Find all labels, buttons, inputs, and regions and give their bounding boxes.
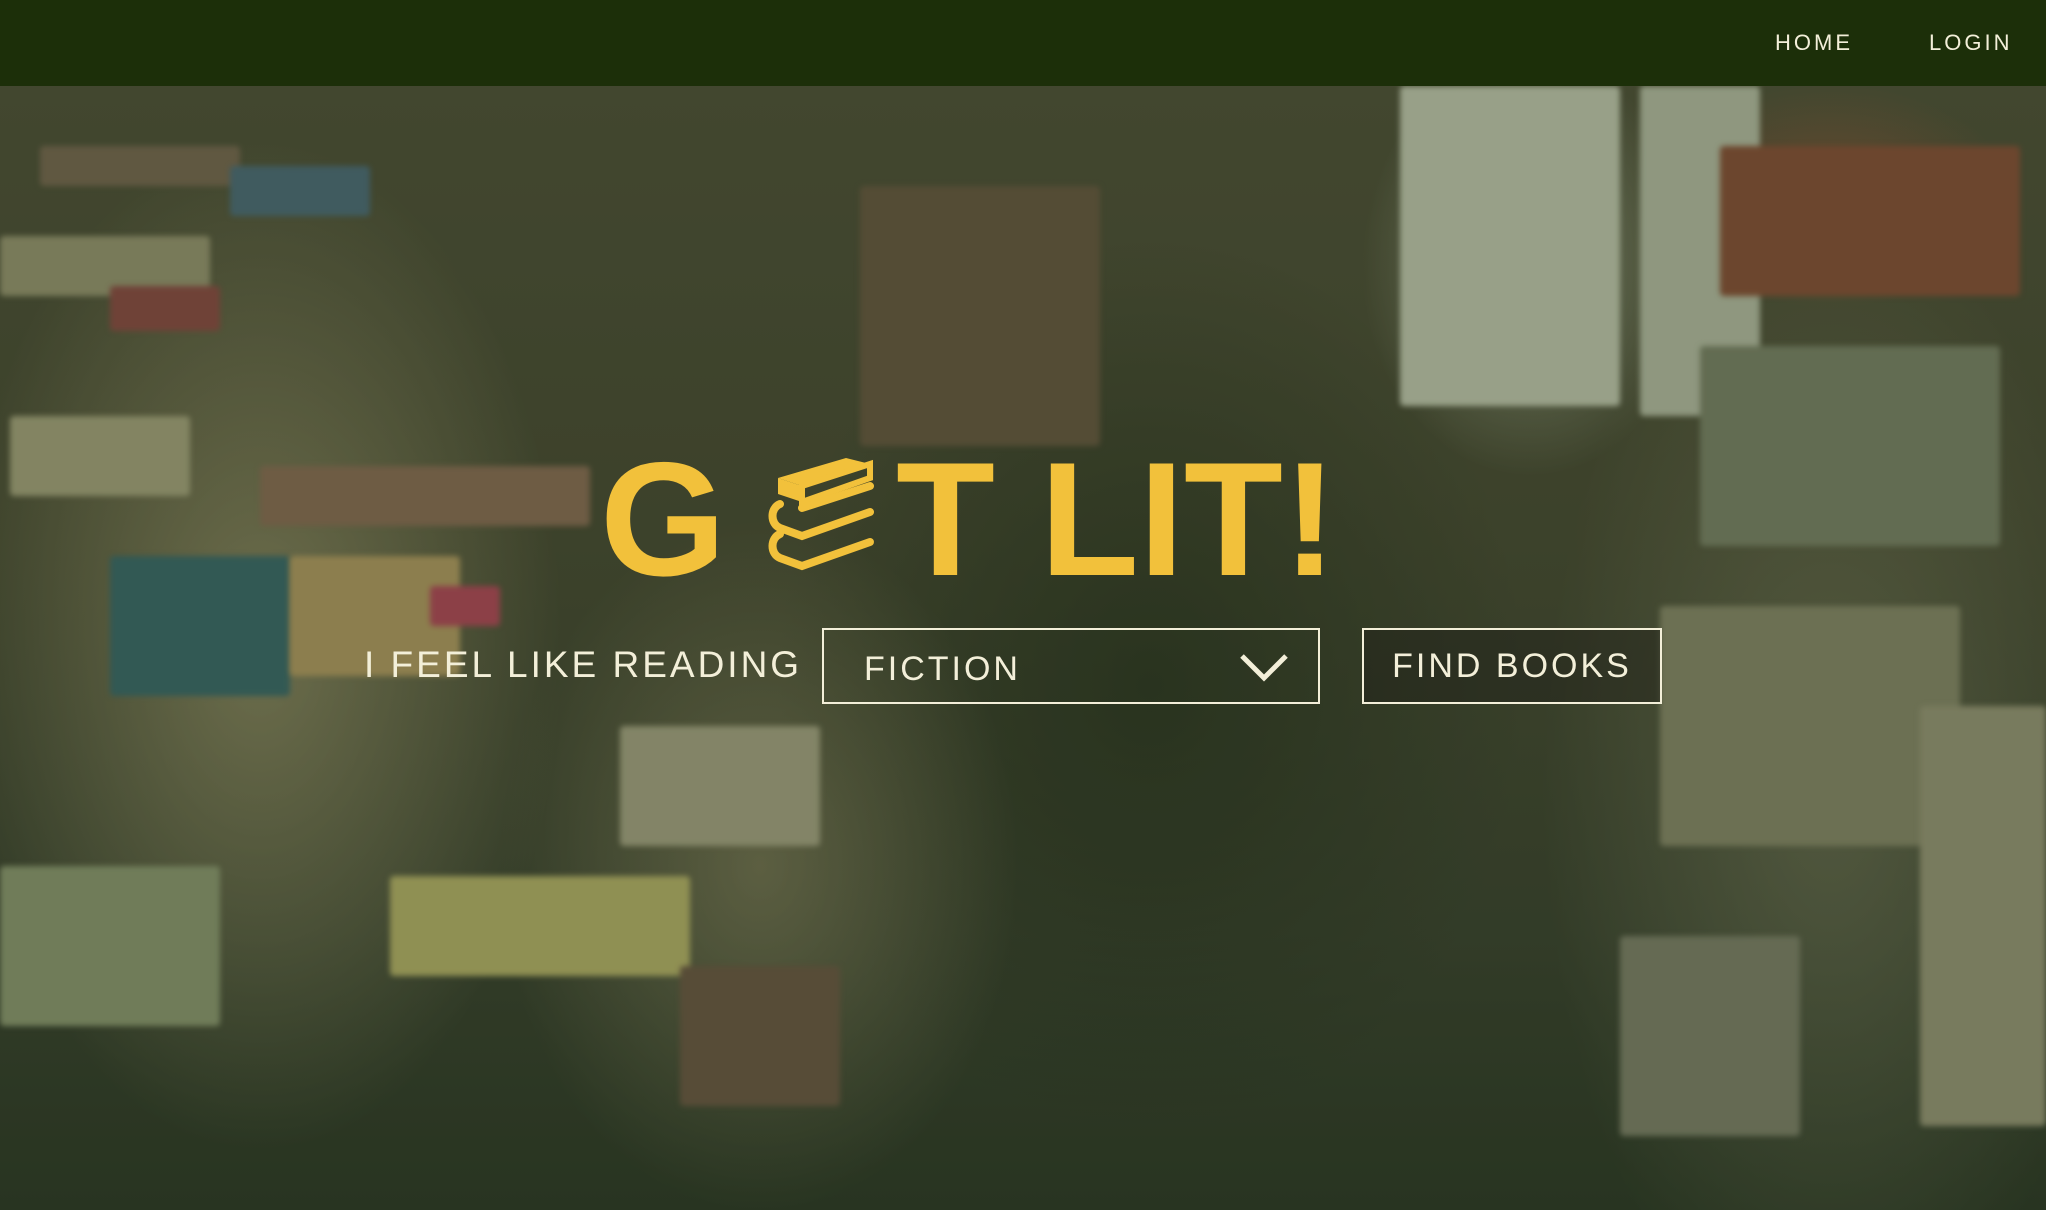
logo-text-suffix: T LIT! (896, 429, 1337, 610)
nav-home-link[interactable]: HOME (1775, 30, 1853, 56)
logo-text-prefix: G (600, 429, 727, 610)
genre-select[interactable]: FICTION (822, 628, 1320, 704)
top-nav: HOME LOGIN (0, 0, 2046, 86)
chevron-down-icon (1240, 654, 1288, 682)
nav-login-link[interactable]: LOGIN (1929, 30, 2012, 56)
site-logo: G T LIT! (600, 429, 1440, 610)
reading-prompt-label: I FEEL LIKE READING (364, 644, 803, 685)
genre-select-value: FICTION (864, 650, 1021, 688)
book-stack-icon (768, 458, 874, 571)
find-books-button[interactable]: FIND BOOKS (1362, 628, 1662, 704)
